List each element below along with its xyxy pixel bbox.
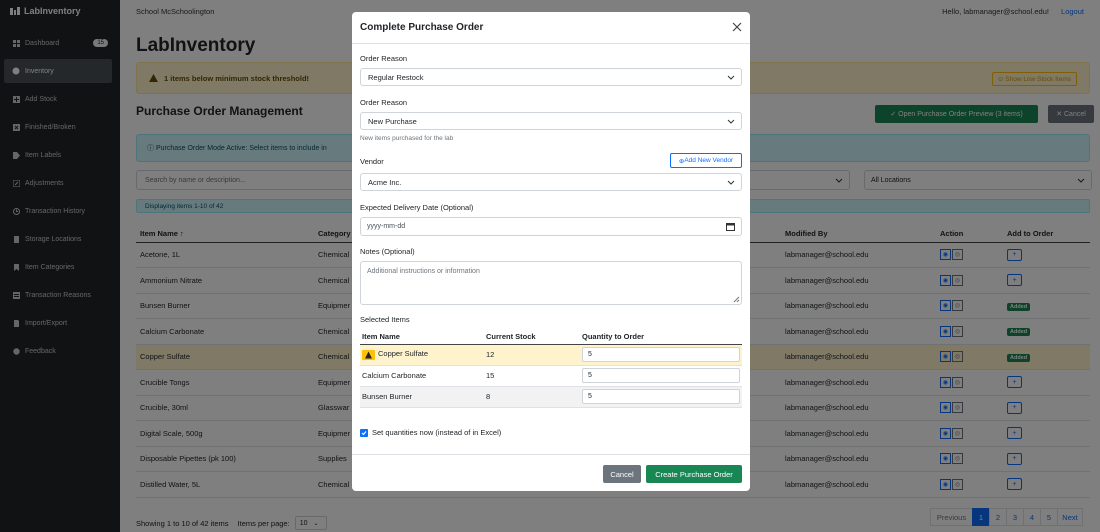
selected-item-row: Copper Sulfate 12 5 bbox=[360, 344, 742, 366]
order-reason-sub-label: Order Reason bbox=[360, 98, 408, 107]
selected-item-stock: 15 bbox=[484, 365, 580, 387]
modal-header: Complete Purchase Order bbox=[352, 12, 750, 44]
order-reason-sub-select[interactable]: New Purchase bbox=[360, 112, 742, 130]
sel-col-name: Item Name bbox=[360, 330, 484, 345]
notes-textarea[interactable]: Additional instructions or information bbox=[360, 261, 742, 305]
modal-footer: Cancel Create Purchase Order bbox=[352, 454, 750, 491]
delivery-date-input[interactable]: yyyy-mm-dd bbox=[360, 217, 742, 236]
notes-placeholder: Additional instructions or information bbox=[367, 268, 480, 275]
vendor-select[interactable]: Acme Inc. bbox=[360, 173, 742, 191]
complete-po-modal: Complete Purchase Order Order Reason Reg… bbox=[352, 12, 750, 491]
selected-item-stock: 12 bbox=[484, 344, 580, 366]
quantity-input[interactable]: 5 bbox=[582, 347, 740, 362]
selected-item-qty-cell: 5 bbox=[580, 344, 742, 366]
vendor-label: Vendor bbox=[360, 157, 384, 166]
selected-item-name: Calcium Carbonate bbox=[360, 365, 484, 387]
add-vendor-label: Add New Vendor bbox=[684, 157, 734, 164]
sel-col-stock: Current Stock bbox=[484, 330, 580, 345]
modal-cancel-button[interactable]: Cancel bbox=[603, 465, 641, 483]
create-po-button[interactable]: Create Purchase Order bbox=[646, 465, 742, 483]
selected-header-row: Item Name Current Stock Quantity to Orde… bbox=[360, 330, 742, 345]
sel-col-qty: Quantity to Order bbox=[580, 330, 742, 345]
selected-item-name: Copper Sulfate bbox=[378, 349, 429, 359]
quantity-input[interactable]: 5 bbox=[582, 389, 740, 404]
set-quantities-checkbox-row[interactable]: Set quantities now (instead of in Excel) bbox=[360, 428, 501, 437]
resize-grip-icon[interactable] bbox=[733, 296, 740, 303]
delivery-date-placeholder: yyyy-mm-dd bbox=[367, 223, 406, 230]
add-new-vendor-button[interactable]: ⊕ Add New Vendor bbox=[670, 153, 742, 168]
warning-icon bbox=[362, 349, 375, 360]
vendor-value: Acme Inc. bbox=[368, 177, 402, 187]
selected-items-label: Selected Items bbox=[360, 315, 410, 324]
order-reason-select[interactable]: Regular Restock bbox=[360, 68, 742, 86]
close-icon[interactable] bbox=[732, 22, 742, 32]
chevron-down-icon bbox=[727, 119, 735, 124]
notes-label: Notes (Optional) bbox=[360, 247, 415, 256]
selected-item-row: Calcium Carbonate 15 5 bbox=[360, 365, 742, 387]
selected-item-qty-cell: 5 bbox=[580, 365, 742, 387]
selected-item-name-cell: Copper Sulfate bbox=[360, 344, 484, 366]
order-reason-value: Regular Restock bbox=[368, 72, 424, 82]
order-reason-help: New items purchased for the lab bbox=[360, 135, 454, 142]
chevron-down-icon bbox=[727, 75, 735, 80]
selected-item-name: Bunsen Burner bbox=[360, 386, 484, 408]
modal-title: Complete Purchase Order bbox=[360, 22, 484, 33]
calendar-icon[interactable] bbox=[726, 222, 735, 231]
order-reason-sub-value: New Purchase bbox=[368, 116, 417, 126]
delivery-date-label: Expected Delivery Date (Optional) bbox=[360, 203, 474, 212]
selected-item-row: Bunsen Burner 8 5 bbox=[360, 386, 742, 408]
chevron-down-icon bbox=[727, 180, 735, 185]
quantity-input[interactable]: 5 bbox=[582, 368, 740, 383]
set-quantities-label: Set quantities now (instead of in Excel) bbox=[372, 428, 502, 437]
set-quantities-checkbox[interactable] bbox=[360, 428, 368, 437]
check-icon bbox=[361, 430, 367, 435]
selected-items-table: Item Name Current Stock Quantity to Orde… bbox=[360, 330, 742, 408]
selected-item-stock: 8 bbox=[484, 386, 580, 408]
selected-item-qty-cell: 5 bbox=[580, 386, 742, 408]
order-reason-label: Order Reason bbox=[360, 54, 408, 63]
